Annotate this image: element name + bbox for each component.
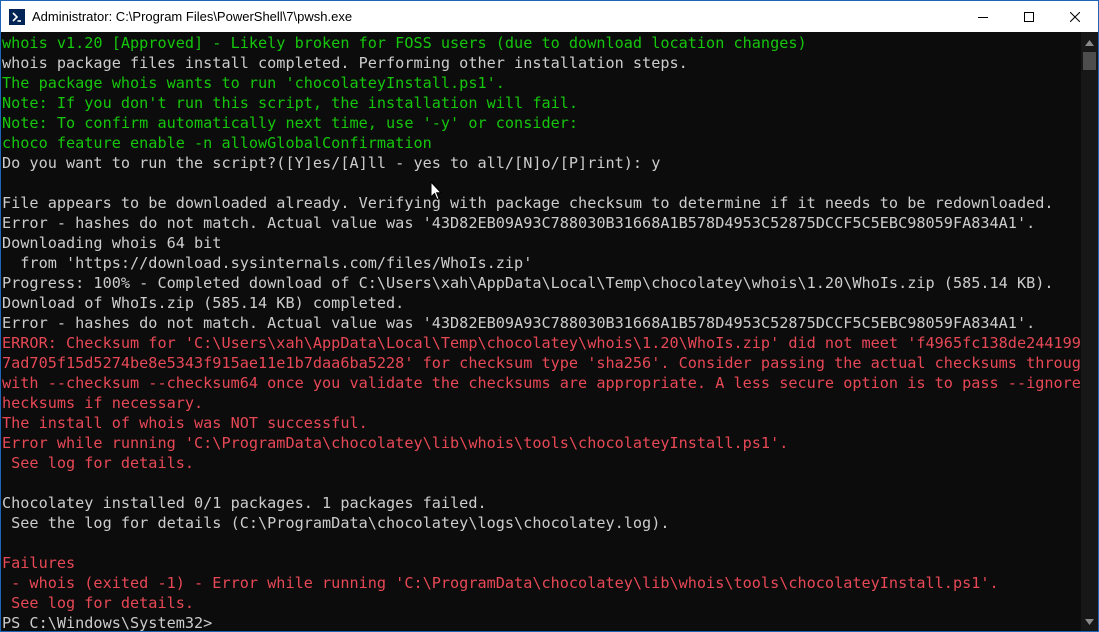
- terminal-line: See log for details.: [2, 594, 195, 612]
- terminal-line: Error - hashes do not match. Actual valu…: [2, 214, 1036, 232]
- scrollbar-thumb[interactable]: [1083, 52, 1096, 70]
- terminal-line: 7ad705f15d5274be8e5343f915ae11e1b7daa6ba…: [2, 354, 1081, 372]
- terminal-line: whois v1.20 [Approved] - Likely broken f…: [2, 34, 807, 52]
- terminal-line: with --checksum --checksum64 once you va…: [2, 374, 1081, 392]
- terminal-line: File appears to be downloaded already. V…: [2, 194, 1054, 212]
- scroll-up-arrow-icon[interactable]: [1081, 34, 1098, 51]
- terminal-line: The package whois wants to run 'chocolat…: [2, 74, 505, 92]
- close-icon: [1070, 11, 1080, 22]
- terminal-line: See the log for details (C:\ProgramData\…: [2, 514, 670, 532]
- terminal-line: See log for details.: [2, 454, 195, 472]
- scroll-down-arrow-icon[interactable]: [1081, 613, 1098, 630]
- terminal-window: Administrator: C:\Program Files\PowerShe…: [0, 0, 1099, 632]
- powershell-icon[interactable]: [9, 8, 25, 25]
- terminal-line: The install of whois was NOT successful.: [2, 414, 368, 432]
- terminal-output[interactable]: whois v1.20 [Approved] - Likely broken f…: [1, 32, 1081, 632]
- terminal-line: Note: If you don't run this script, the …: [2, 94, 579, 112]
- terminal-line: PS C:\Windows\System32>: [2, 614, 213, 632]
- terminal-line: Chocolatey installed 0/1 packages. 1 pac…: [2, 494, 487, 512]
- minimize-button[interactable]: [960, 1, 1006, 32]
- terminal-line: whois package files install completed. P…: [2, 54, 688, 72]
- terminal-line: Download of WhoIs.zip (585.14 KB) comple…: [2, 294, 405, 312]
- window-title: Administrator: C:\Program Files\PowerShe…: [32, 9, 353, 24]
- terminal-line: ERROR: Checksum for 'C:\Users\xah\AppDat…: [2, 334, 1081, 352]
- title-bar[interactable]: Administrator: C:\Program Files\PowerShe…: [1, 1, 1098, 32]
- vertical-scrollbar[interactable]: [1081, 32, 1098, 631]
- maximize-button[interactable]: [1006, 1, 1052, 32]
- mouse-pointer-icon: [430, 180, 443, 201]
- terminal-line: Note: To confirm automatically next time…: [2, 114, 579, 132]
- maximize-icon: [1024, 11, 1034, 22]
- terminal-line: Error - hashes do not match. Actual valu…: [2, 314, 1036, 332]
- terminal-line: hecksums if necessary.: [2, 394, 204, 412]
- terminal-line: Downloading whois 64 bit: [2, 234, 222, 252]
- minimize-icon: [978, 16, 988, 18]
- terminal-line: Error while running 'C:\ProgramData\choc…: [2, 434, 789, 452]
- terminal-line: - whois (exited -1) - Error while runnin…: [2, 574, 999, 592]
- terminal-line: Do you want to run the script?([Y]es/[A]…: [2, 154, 661, 172]
- terminal-line: Progress: 100% - Completed download of C…: [2, 274, 1054, 292]
- close-button[interactable]: [1052, 1, 1098, 32]
- terminal-line: Failures: [2, 554, 76, 572]
- terminal-line: choco feature enable -n allowGlobalConfi…: [2, 134, 432, 152]
- terminal-line: from 'https://download.sysinternals.com/…: [2, 254, 533, 272]
